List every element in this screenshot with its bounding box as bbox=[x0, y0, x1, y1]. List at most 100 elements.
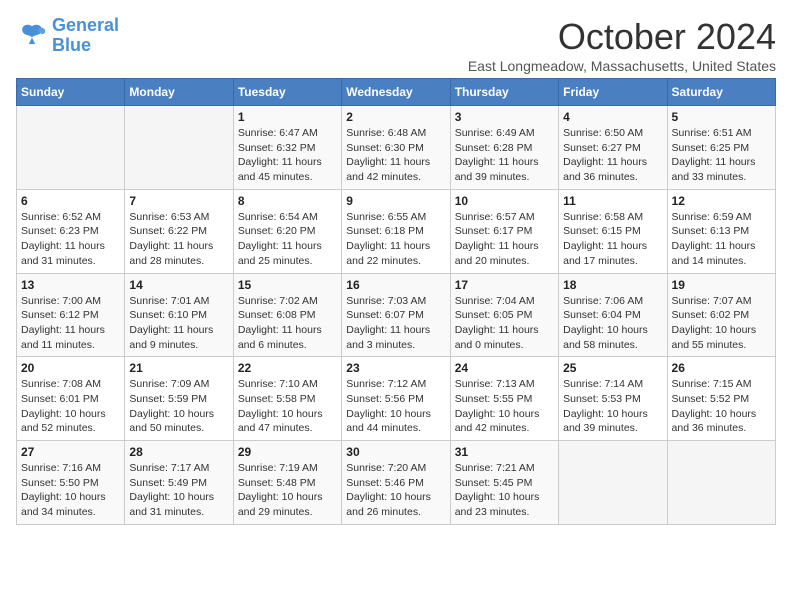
calendar-cell: 30 Sunrise: 7:20 AMSunset: 5:46 PMDayligh… bbox=[342, 441, 450, 525]
day-info: Sunrise: 6:58 AMSunset: 6:15 PMDaylight:… bbox=[563, 210, 662, 269]
calendar-cell: 21Sunrise: 7:09 AMSunset: 5:59 PMDayligh… bbox=[125, 357, 233, 441]
day-info: Sunrise: 7:04 AMSunset: 6:05 PMDaylight:… bbox=[455, 294, 554, 353]
day-number: 18 bbox=[563, 278, 662, 292]
calendar-cell bbox=[559, 441, 667, 525]
day-number: 14 bbox=[129, 278, 228, 292]
calendar-cell: 22 Sunrise: 7:10 AMSunset: 5:58 PMDayligh… bbox=[233, 357, 341, 441]
calendar-cell: 7Sunrise: 6:53 AMSunset: 6:22 PMDaylight… bbox=[125, 189, 233, 273]
day-number: 2 bbox=[346, 110, 445, 124]
calendar-cell: 24 Sunrise: 7:13 AMSunset: 5:55 PMDayligh… bbox=[450, 357, 558, 441]
day-number: 20 bbox=[21, 361, 120, 375]
day-info: Sunrise: 6:59 AMSunset: 6:13 PMDaylight:… bbox=[672, 210, 771, 269]
calendar-cell: 19 Sunrise: 7:07 AMSunset: 6:02 PMDayligh… bbox=[667, 273, 775, 357]
day-number: 26 bbox=[672, 361, 771, 375]
weekday-header-friday: Friday bbox=[559, 79, 667, 106]
week-row-3: 13Sunrise: 7:00 AMSunset: 6:12 PMDayligh… bbox=[17, 273, 776, 357]
calendar-cell: 31 Sunrise: 7:21 AMSunset: 5:45 PMDayligh… bbox=[450, 441, 558, 525]
day-number: 7 bbox=[129, 194, 228, 208]
calendar-cell: 10 Sunrise: 6:57 AMSunset: 6:17 PMDayligh… bbox=[450, 189, 558, 273]
day-number: 8 bbox=[238, 194, 337, 208]
day-info: Sunrise: 7:17 AMSunset: 5:49 PMDaylight:… bbox=[129, 461, 228, 520]
day-info: Sunrise: 7:15 AMSunset: 5:52 PMDaylight:… bbox=[672, 377, 771, 436]
day-number: 12 bbox=[672, 194, 771, 208]
calendar-cell: 2 Sunrise: 6:48 AMSunset: 6:30 PMDaylight… bbox=[342, 106, 450, 190]
week-row-4: 20 Sunrise: 7:08 AMSunset: 6:01 PMDayligh… bbox=[17, 357, 776, 441]
day-number: 11 bbox=[563, 194, 662, 208]
title-block: October 2024 East Longmeadow, Massachuse… bbox=[468, 16, 776, 74]
day-info: Sunrise: 7:01 AMSunset: 6:10 PMDaylight:… bbox=[129, 294, 228, 353]
day-info: Sunrise: 7:08 AMSunset: 6:01 PMDaylight:… bbox=[21, 377, 120, 436]
day-info: Sunrise: 7:06 AMSunset: 6:04 PMDaylight:… bbox=[563, 294, 662, 353]
day-number: 3 bbox=[455, 110, 554, 124]
logo-icon bbox=[16, 20, 48, 52]
weekday-header-tuesday: Tuesday bbox=[233, 79, 341, 106]
weekday-header-thursday: Thursday bbox=[450, 79, 558, 106]
calendar-cell: 11 Sunrise: 6:58 AMSunset: 6:15 PMDayligh… bbox=[559, 189, 667, 273]
weekday-header-monday: Monday bbox=[125, 79, 233, 106]
calendar-cell: 13Sunrise: 7:00 AMSunset: 6:12 PMDayligh… bbox=[17, 273, 125, 357]
calendar-cell: 5Sunrise: 6:51 AMSunset: 6:25 PMDaylight… bbox=[667, 106, 775, 190]
page-header: General Blue October 2024 East Longmeado… bbox=[16, 16, 776, 74]
day-info: Sunrise: 7:09 AMSunset: 5:59 PMDaylight:… bbox=[129, 377, 228, 436]
day-info: Sunrise: 7:21 AMSunset: 5:45 PMDaylight:… bbox=[455, 461, 554, 520]
weekday-header-saturday: Saturday bbox=[667, 79, 775, 106]
day-info: Sunrise: 6:50 AMSunset: 6:27 PMDaylight:… bbox=[563, 126, 662, 185]
day-info: Sunrise: 7:07 AMSunset: 6:02 PMDaylight:… bbox=[672, 294, 771, 353]
week-row-1: 1Sunrise: 6:47 AMSunset: 6:32 PMDaylight… bbox=[17, 106, 776, 190]
week-row-2: 6Sunrise: 6:52 AMSunset: 6:23 PMDaylight… bbox=[17, 189, 776, 273]
day-info: Sunrise: 6:47 AMSunset: 6:32 PMDaylight:… bbox=[238, 126, 337, 185]
day-number: 16 bbox=[346, 278, 445, 292]
day-number: 29 bbox=[238, 445, 337, 459]
calendar-cell bbox=[17, 106, 125, 190]
calendar-table: SundayMondayTuesdayWednesdayThursdayFrid… bbox=[16, 78, 776, 525]
calendar-cell: 27 Sunrise: 7:16 AMSunset: 5:50 PMDayligh… bbox=[17, 441, 125, 525]
calendar-cell: 18 Sunrise: 7:06 AMSunset: 6:04 PMDayligh… bbox=[559, 273, 667, 357]
day-info: Sunrise: 7:00 AMSunset: 6:12 PMDaylight:… bbox=[21, 294, 120, 353]
calendar-cell: 12 Sunrise: 6:59 AMSunset: 6:13 PMDayligh… bbox=[667, 189, 775, 273]
calendar-cell: 6Sunrise: 6:52 AMSunset: 6:23 PMDaylight… bbox=[17, 189, 125, 273]
day-number: 10 bbox=[455, 194, 554, 208]
day-number: 30 bbox=[346, 445, 445, 459]
day-info: Sunrise: 7:12 AMSunset: 5:56 PMDaylight:… bbox=[346, 377, 445, 436]
calendar-cell: 1Sunrise: 6:47 AMSunset: 6:32 PMDaylight… bbox=[233, 106, 341, 190]
day-number: 31 bbox=[455, 445, 554, 459]
day-info: Sunrise: 7:16 AMSunset: 5:50 PMDaylight:… bbox=[21, 461, 120, 520]
calendar-cell: 3Sunrise: 6:49 AMSunset: 6:28 PMDaylight… bbox=[450, 106, 558, 190]
calendar-cell: 20 Sunrise: 7:08 AMSunset: 6:01 PMDayligh… bbox=[17, 357, 125, 441]
day-number: 22 bbox=[238, 361, 337, 375]
calendar-cell: 4 Sunrise: 6:50 AMSunset: 6:27 PMDaylight… bbox=[559, 106, 667, 190]
day-info: Sunrise: 6:54 AMSunset: 6:20 PMDaylight:… bbox=[238, 210, 337, 269]
day-number: 27 bbox=[21, 445, 120, 459]
day-info: Sunrise: 7:02 AMSunset: 6:08 PMDaylight:… bbox=[238, 294, 337, 353]
calendar-cell: 29 Sunrise: 7:19 AMSunset: 5:48 PMDayligh… bbox=[233, 441, 341, 525]
day-info: Sunrise: 7:13 AMSunset: 5:55 PMDaylight:… bbox=[455, 377, 554, 436]
calendar-cell bbox=[667, 441, 775, 525]
day-number: 15 bbox=[238, 278, 337, 292]
day-number: 24 bbox=[455, 361, 554, 375]
day-info: Sunrise: 7:20 AMSunset: 5:46 PMDaylight:… bbox=[346, 461, 445, 520]
day-number: 4 bbox=[563, 110, 662, 124]
calendar-cell: 16 Sunrise: 7:03 AMSunset: 6:07 PMDayligh… bbox=[342, 273, 450, 357]
day-info: Sunrise: 6:57 AMSunset: 6:17 PMDaylight:… bbox=[455, 210, 554, 269]
logo: General Blue bbox=[16, 16, 119, 56]
day-info: Sunrise: 7:19 AMSunset: 5:48 PMDaylight:… bbox=[238, 461, 337, 520]
weekday-header-wednesday: Wednesday bbox=[342, 79, 450, 106]
day-number: 5 bbox=[672, 110, 771, 124]
calendar-cell: 14 Sunrise: 7:01 AMSunset: 6:10 PMDayligh… bbox=[125, 273, 233, 357]
weekday-header-row: SundayMondayTuesdayWednesdayThursdayFrid… bbox=[17, 79, 776, 106]
day-number: 28 bbox=[129, 445, 228, 459]
calendar-cell: 15 Sunrise: 7:02 AMSunset: 6:08 PMDayligh… bbox=[233, 273, 341, 357]
day-number: 6 bbox=[21, 194, 120, 208]
calendar-cell: 28 Sunrise: 7:17 AMSunset: 5:49 PMDayligh… bbox=[125, 441, 233, 525]
day-info: Sunrise: 7:14 AMSunset: 5:53 PMDaylight:… bbox=[563, 377, 662, 436]
day-number: 25 bbox=[563, 361, 662, 375]
calendar-cell: 9Sunrise: 6:55 AMSunset: 6:18 PMDaylight… bbox=[342, 189, 450, 273]
day-info: Sunrise: 6:48 AMSunset: 6:30 PMDaylight:… bbox=[346, 126, 445, 185]
day-number: 23 bbox=[346, 361, 445, 375]
logo-text: General Blue bbox=[52, 16, 119, 56]
calendar-cell: 8 Sunrise: 6:54 AMSunset: 6:20 PMDaylight… bbox=[233, 189, 341, 273]
day-info: Sunrise: 7:03 AMSunset: 6:07 PMDaylight:… bbox=[346, 294, 445, 353]
day-number: 19 bbox=[672, 278, 771, 292]
day-info: Sunrise: 7:10 AMSunset: 5:58 PMDaylight:… bbox=[238, 377, 337, 436]
week-row-5: 27 Sunrise: 7:16 AMSunset: 5:50 PMDayligh… bbox=[17, 441, 776, 525]
